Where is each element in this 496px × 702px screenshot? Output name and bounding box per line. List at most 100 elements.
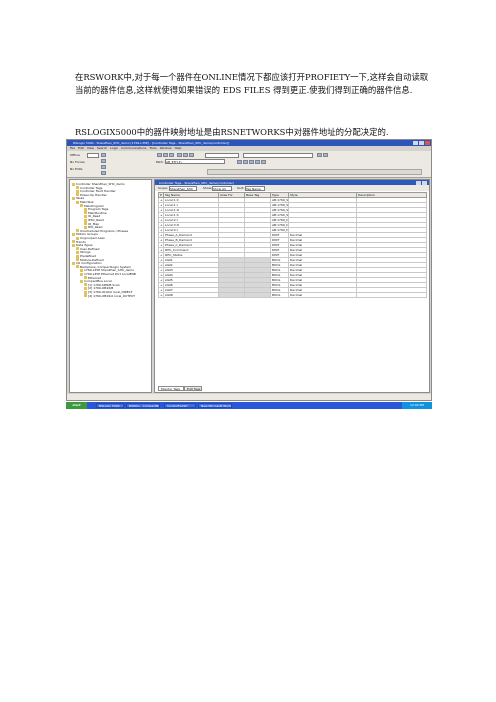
sort-select[interactable]: Tag Name	[245, 185, 265, 191]
status-forces: No Forces	[70, 160, 85, 164]
expand-icon[interactable]: +	[158, 242, 164, 248]
expand-icon[interactable]: +	[158, 277, 164, 283]
menu-help[interactable]: Help	[175, 146, 182, 150]
folder-icon	[76, 265, 79, 269]
cell-type[interactable]: AB:1769_SDN_496Byte:I:0	[270, 202, 289, 208]
expand-icon[interactable]: +	[158, 232, 164, 238]
bat-icon[interactable]	[101, 165, 106, 169]
menu-logic[interactable]: Logic	[110, 146, 118, 150]
mode-select[interactable]	[87, 153, 99, 158]
status-edits: No Edits	[70, 167, 83, 171]
pane-minimize-icon[interactable]	[416, 180, 421, 185]
xic-icon[interactable]	[249, 160, 254, 164]
sort-value: Tag Name	[246, 186, 261, 191]
expand-icon[interactable]: +	[158, 202, 164, 208]
paste-icon[interactable]	[189, 153, 194, 157]
expand-icon[interactable]: +	[158, 212, 164, 218]
zoom-icon[interactable]	[323, 153, 328, 157]
expand-icon[interactable]: +	[158, 287, 164, 293]
tab-edit-tags[interactable]: Edit Tags	[184, 386, 202, 391]
cell-name[interactable]: stat8	[163, 292, 219, 298]
expand-icon[interactable]: +	[158, 197, 164, 203]
cell-desc[interactable]	[356, 292, 427, 298]
path-value: AB_ETH-1\	[166, 160, 182, 164]
menu-edit[interactable]: Edit	[78, 146, 84, 150]
tree-node-label: [4] 1769-OB16/A local_OUTPUT	[88, 293, 135, 298]
open-icon[interactable]	[163, 153, 168, 157]
find-select[interactable]	[243, 153, 313, 158]
rung-icon[interactable]	[237, 160, 242, 164]
cell-type[interactable]: AB:1769_DO16:O:0	[270, 222, 289, 228]
table-row[interactable]: + stat8 BOOL Decimal	[158, 292, 427, 298]
rslogix-screenshot: RSLogix 5000 - ShenZhen_SHC_demo [1769-L…	[66, 139, 432, 401]
paragraph-1: 在RSWORK中,对于每一个器件在ONLINE情况下都应该打开PROFIETY一…	[75, 72, 429, 95]
expand-icon[interactable]: +	[158, 257, 164, 263]
expand-icon[interactable]: +	[158, 222, 164, 228]
run-mode-icon[interactable]	[101, 153, 106, 157]
minimize-icon[interactable]	[413, 141, 418, 145]
expand-icon[interactable]: +	[158, 237, 164, 243]
cell-base[interactable]	[244, 292, 271, 298]
folder-icon	[84, 294, 87, 298]
search-select[interactable]	[205, 153, 239, 158]
expand-icon[interactable]: +	[158, 282, 164, 288]
menu-communications[interactable]: Communications	[121, 146, 146, 150]
windows-taskbar: start RSLogix 5000 - Shen... RSWho - Com…	[66, 402, 432, 409]
pane-close-icon[interactable]	[422, 180, 427, 185]
verify-icon[interactable]	[317, 153, 322, 157]
cell-type[interactable]: BOOL	[270, 292, 289, 298]
tab-monitor-tags[interactable]: Monitor Tags	[158, 386, 184, 391]
copy-icon[interactable]	[183, 153, 188, 157]
folder-icon	[72, 243, 75, 247]
menu-tools[interactable]: Tools	[149, 146, 156, 150]
cell-alias[interactable]	[218, 292, 245, 298]
cell-type[interactable]: AB:1769_SDN:C:0	[270, 197, 289, 203]
maximize-icon[interactable]	[419, 141, 424, 145]
scope-select[interactable]: ShenZhen_SHC	[169, 185, 197, 191]
taskbar-clock: 12:00 PM	[402, 402, 432, 409]
cell-type[interactable]: AB:1769_SDN:S:0	[270, 212, 289, 218]
save-icon[interactable]	[169, 153, 174, 157]
cut-icon[interactable]	[177, 153, 182, 157]
expand-icon[interactable]: +	[158, 292, 164, 298]
cell-type[interactable]: AB:1769_DI16:I:0	[270, 227, 289, 233]
cell-type[interactable]: AB:1769_SDN_496Byte:O:0	[270, 207, 289, 213]
new-icon[interactable]	[157, 153, 162, 157]
expand-icon[interactable]: +	[158, 272, 164, 278]
tree-node[interactable]: [4] 1769-OB16/A local_OUTPUT	[84, 294, 135, 298]
folder-icon	[72, 182, 75, 186]
close-icon[interactable]	[425, 141, 430, 145]
show-select[interactable]: Show All	[212, 185, 232, 191]
window-title: RSLogix 5000 - ShenZhen_SHC_demo [1769-L…	[73, 141, 230, 145]
expand-icon[interactable]: +	[158, 217, 164, 223]
menu-window[interactable]: Window	[160, 146, 172, 150]
folder-icon	[80, 279, 83, 283]
expand-icon[interactable]: +	[158, 267, 164, 273]
start-button[interactable]: start	[66, 402, 87, 409]
expand-icon[interactable]: +	[158, 247, 164, 253]
taskbar-item-rslogix[interactable]: RSLogix 5000 - Shen...	[96, 403, 124, 408]
toolbar: Offline No Forces No Edits Path: AB_ETH-…	[67, 151, 431, 178]
expand-icon[interactable]: +	[158, 207, 164, 213]
grid-body: +Local:1:CAB:1769_SDN:C:0+Local:1:IAB:17…	[158, 197, 427, 298]
expand-icon[interactable]: +	[158, 227, 164, 233]
instruction-tabs[interactable]	[207, 169, 422, 175]
taskbar-item-rswho[interactable]: RSWho - CompactBus...	[126, 403, 160, 408]
menu-search[interactable]: Search	[97, 146, 107, 150]
expand-icon[interactable]: +	[158, 262, 164, 268]
folder-icon	[76, 200, 79, 204]
menu-view[interactable]: View	[87, 146, 94, 150]
tags-pane: Controller Tags - ShenZhen_SHC_demo(cont…	[154, 179, 430, 393]
xio-icon[interactable]	[255, 160, 260, 164]
expand-icon[interactable]: +	[158, 252, 164, 258]
path-select[interactable]: AB_ETH-1\	[165, 159, 225, 164]
ote-icon[interactable]	[261, 160, 266, 164]
taskbar-item-controlflash[interactable]: ControlFLASH	[164, 403, 196, 408]
branch-icon[interactable]	[243, 160, 248, 164]
taskbar-item-word[interactable]: New Microsoft Word...	[198, 403, 232, 408]
io-icon[interactable]	[101, 171, 106, 175]
ok-icon[interactable]	[101, 159, 106, 163]
cell-type[interactable]: AB:1769_DI16:I:0	[270, 217, 289, 223]
menu-file[interactable]: File	[70, 146, 75, 150]
cell-style[interactable]: Decimal	[288, 292, 357, 298]
